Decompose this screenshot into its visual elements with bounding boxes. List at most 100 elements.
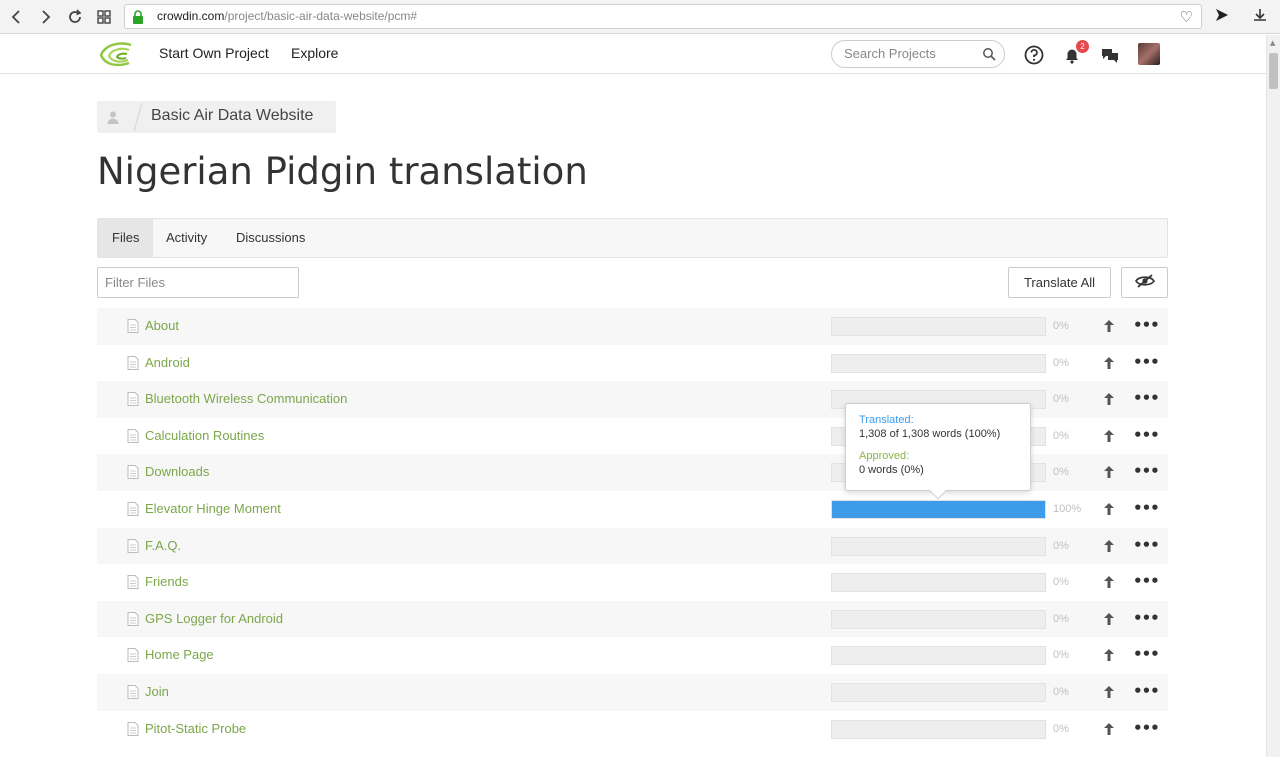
progress-bar[interactable] (831, 353, 1046, 373)
tab-discussions[interactable]: Discussions (222, 219, 319, 257)
nav-explore[interactable]: Explore (291, 45, 338, 61)
progress-bar[interactable] (831, 317, 1046, 336)
translate-all-button[interactable]: Translate All (1008, 267, 1111, 298)
tab-files[interactable]: Files (98, 219, 154, 257)
progress-percent: 0% (1053, 429, 1069, 442)
progress-percent: 0% (1053, 393, 1069, 406)
download-icon[interactable] (1252, 7, 1268, 27)
more-options-icon[interactable]: ••• (1133, 499, 1160, 517)
file-name-link[interactable]: Downloads (145, 464, 209, 479)
file-row[interactable]: GPS Logger for Android 0% ••• (97, 600, 1168, 638)
filter-files-input[interactable] (105, 275, 290, 290)
progress-bar[interactable] (831, 499, 1046, 519)
page-scrollbar[interactable]: ▲ (1266, 35, 1280, 757)
progress-bar[interactable] (831, 682, 1046, 702)
address-bar[interactable]: crowdin.com/project/basic-air-data-websi… (124, 4, 1202, 29)
user-icon[interactable] (105, 109, 121, 125)
more-options-icon[interactable]: ••• (1133, 536, 1160, 554)
more-options-icon[interactable]: ••• (1133, 389, 1160, 407)
file-icon (127, 355, 139, 370)
messages-icon[interactable] (1099, 44, 1121, 66)
more-options-icon[interactable]: ••• (1133, 462, 1160, 480)
progress-percent: 0% (1053, 722, 1069, 735)
breadcrumb-separator (133, 102, 143, 132)
upload-arrow-icon[interactable] (1103, 319, 1115, 333)
page-title: Nigerian Pidgin translation (97, 150, 588, 193)
file-row[interactable]: Join 0% ••• (97, 673, 1168, 711)
tab-bar: Files Activity Discussions (97, 218, 1168, 258)
more-options-icon[interactable]: ••• (1133, 719, 1160, 737)
progress-bar[interactable] (831, 719, 1046, 739)
file-name-link[interactable]: Home Page (145, 647, 214, 662)
crowdin-logo[interactable] (99, 41, 133, 67)
scrollbar-thumb[interactable] (1269, 53, 1278, 89)
scroll-up-icon[interactable]: ▲ (1270, 39, 1275, 47)
file-icon (127, 428, 139, 443)
reload-icon[interactable] (64, 6, 86, 28)
file-name-link[interactable]: Friends (145, 574, 188, 589)
upload-arrow-icon[interactable] (1103, 392, 1115, 406)
upload-arrow-icon[interactable] (1103, 429, 1115, 443)
file-row[interactable]: Elevator Hinge Moment 100% ••• (97, 491, 1168, 528)
more-options-icon[interactable]: ••• (1133, 572, 1160, 590)
progress-percent: 0% (1053, 649, 1069, 662)
progress-bar[interactable] (831, 646, 1046, 666)
file-row[interactable]: F.A.Q. 0% ••• (97, 527, 1168, 565)
more-options-icon[interactable]: ••• (1133, 426, 1160, 444)
heart-icon[interactable]: ♡ (1180, 8, 1193, 26)
file-row[interactable]: Home Page 0% ••• (97, 637, 1168, 674)
file-row[interactable]: Pitot-Static Probe 0% ••• (97, 711, 1168, 748)
upload-arrow-icon[interactable] (1103, 502, 1115, 516)
forward-icon[interactable] (34, 6, 56, 28)
tooltip-approved-label: Approved: (859, 450, 910, 462)
file-icon (127, 501, 139, 516)
progress-tooltip: Translated: 1,308 of 1,308 words (100%) … (845, 403, 1031, 500)
file-name-link[interactable]: Join (145, 684, 169, 699)
file-name-link[interactable]: About (145, 318, 179, 333)
nav-start-own-project[interactable]: Start Own Project (159, 45, 269, 61)
avatar[interactable] (1138, 43, 1160, 65)
progress-percent: 0% (1053, 612, 1069, 625)
progress-bar[interactable] (831, 536, 1046, 556)
upload-arrow-icon[interactable] (1103, 575, 1115, 589)
progress-bar[interactable] (831, 573, 1046, 593)
file-name-link[interactable]: GPS Logger for Android (145, 611, 283, 626)
file-name-link[interactable]: Pitot-Static Probe (145, 721, 246, 736)
url-text: crowdin.com/project/basic-air-data-websi… (157, 9, 418, 23)
file-row[interactable]: Android 0% ••• (97, 345, 1168, 382)
hide-completed-button[interactable] (1121, 267, 1168, 298)
file-name-link[interactable]: Bluetooth Wireless Communication (145, 391, 347, 406)
upload-arrow-icon[interactable] (1103, 612, 1115, 626)
file-icon (127, 538, 139, 553)
upload-arrow-icon[interactable] (1103, 722, 1115, 736)
search-box (831, 40, 1005, 68)
flow-icon[interactable] (1214, 7, 1230, 27)
more-options-icon[interactable]: ••• (1133, 682, 1160, 700)
upload-arrow-icon[interactable] (1103, 685, 1115, 699)
more-options-icon[interactable]: ••• (1133, 353, 1160, 371)
progress-bar[interactable] (831, 609, 1046, 629)
search-icon[interactable] (982, 47, 996, 61)
tooltip-translated-value: 1,308 of 1,308 words (100%) (859, 428, 1001, 440)
speed-dial-icon[interactable] (93, 6, 115, 28)
upload-arrow-icon[interactable] (1103, 648, 1115, 662)
file-name-link[interactable]: Elevator Hinge Moment (145, 501, 281, 516)
back-icon[interactable] (6, 6, 28, 28)
upload-arrow-icon[interactable] (1103, 539, 1115, 553)
file-name-link[interactable]: Calculation Routines (145, 428, 264, 443)
more-options-icon[interactable]: ••• (1133, 316, 1160, 334)
breadcrumb-project[interactable]: Basic Air Data Website (151, 107, 313, 125)
tooltip-translated-label: Translated: (859, 414, 914, 426)
file-name-link[interactable]: F.A.Q. (145, 538, 181, 553)
more-options-icon[interactable]: ••• (1133, 609, 1160, 627)
progress-percent: 0% (1053, 356, 1069, 369)
file-row[interactable]: About 0% ••• (97, 308, 1168, 345)
upload-arrow-icon[interactable] (1103, 356, 1115, 370)
upload-arrow-icon[interactable] (1103, 465, 1115, 479)
more-options-icon[interactable]: ••• (1133, 645, 1160, 663)
file-row[interactable]: Friends 0% ••• (97, 564, 1168, 601)
file-name-link[interactable]: Android (145, 355, 190, 370)
tab-activity[interactable]: Activity (152, 219, 221, 257)
search-input[interactable] (844, 46, 974, 61)
help-icon[interactable] (1023, 44, 1045, 66)
